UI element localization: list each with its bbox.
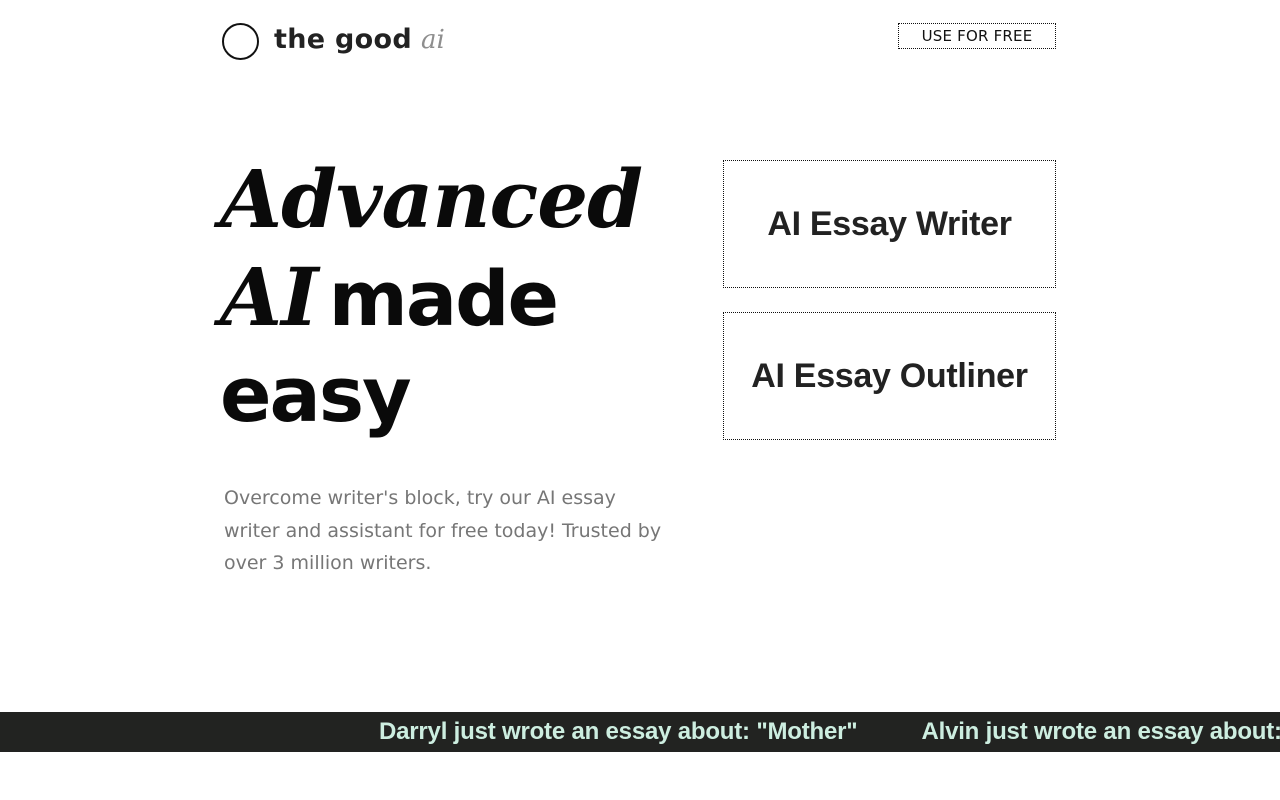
ticker-item: Darryl just wrote an essay about: "Mothe… — [379, 718, 858, 745]
hero-title-line-2: AI made — [220, 248, 690, 346]
landing-page: the good ai USE FOR FREE Advanced AI mad… — [0, 0, 1280, 800]
activity-ticker: Darryl just wrote an essay about: "Mothe… — [0, 712, 1280, 752]
hero-title-advanced: Advanced — [220, 152, 643, 246]
hero-title-line-1: Advanced — [220, 150, 690, 248]
hero-title-line-3: easy — [220, 346, 690, 444]
use-for-free-button[interactable]: USE FOR FREE — [898, 23, 1056, 49]
logo-ai-text: ai — [421, 25, 445, 55]
ai-essay-writer-card[interactable]: AI Essay Writer — [723, 160, 1056, 288]
hero-title-easy: easy — [220, 350, 412, 439]
hero-title: Advanced AI made easy — [220, 150, 690, 444]
ai-essay-outliner-label: AI Essay Outliner — [751, 356, 1028, 395]
logo-link[interactable]: the good ai — [222, 20, 445, 60]
ticker-track: Darryl just wrote an essay about: "Mothe… — [379, 712, 1280, 752]
logo-text: the good — [274, 24, 412, 55]
hero-title-made: made — [328, 254, 559, 343]
ticker-item: Alvin just wrote an essay about: — [921, 718, 1280, 745]
hero-subtitle: Overcome writer's block, try our AI essa… — [224, 487, 662, 574]
ai-essay-outliner-card[interactable]: AI Essay Outliner — [723, 312, 1056, 440]
ai-essay-writer-label: AI Essay Writer — [767, 204, 1012, 243]
hero-title-ai: AI — [220, 250, 318, 344]
circle-logo-icon — [222, 23, 259, 60]
